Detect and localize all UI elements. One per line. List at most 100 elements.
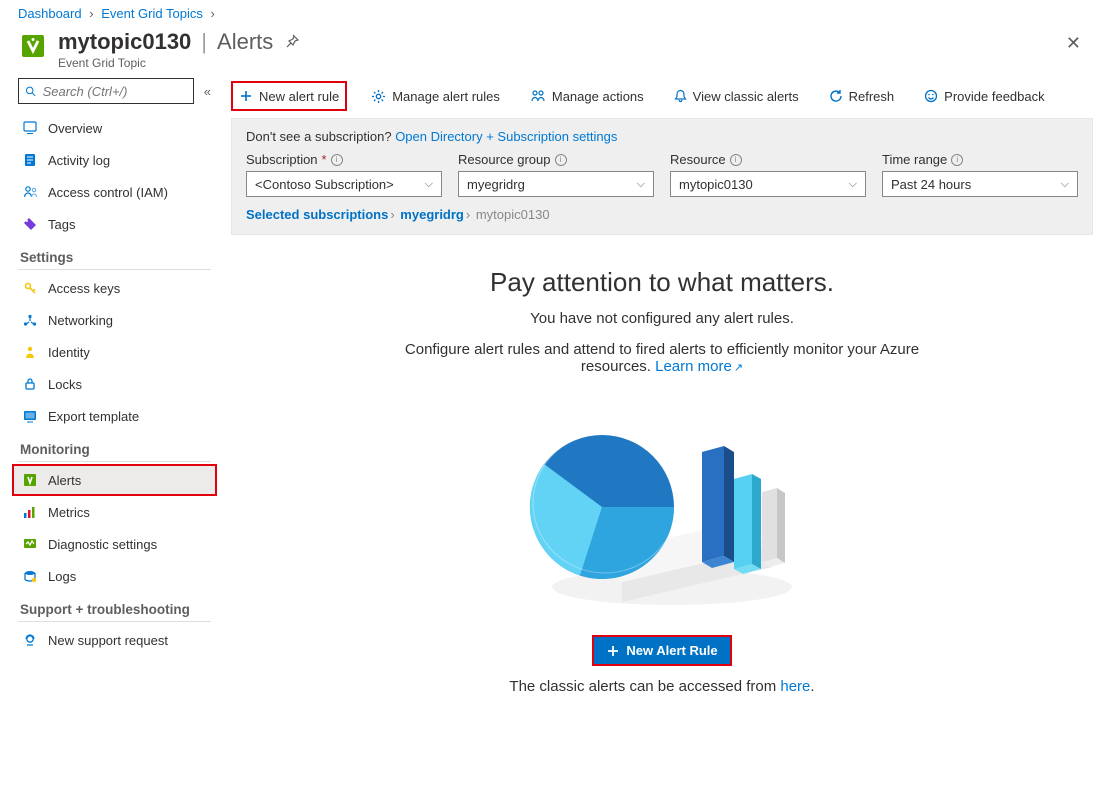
pin-icon[interactable]: [283, 34, 299, 50]
chevron-right-icon: ›: [210, 6, 214, 21]
open-directory-link[interactable]: Open Directory + Subscription settings: [395, 129, 617, 144]
sidebar: « Overview Activity log Access control (…: [0, 78, 225, 725]
logs-icon: [22, 570, 38, 583]
sidebar-item-metrics[interactable]: Metrics: [18, 496, 211, 528]
sidebar-item-label: Locks: [48, 377, 82, 392]
toolbar: New alert rule Manage alert rules Manage…: [231, 78, 1093, 114]
classic-alerts-note: The classic alerts can be accessed from …: [231, 678, 1093, 695]
new-alert-rule-cta-button[interactable]: New Alert Rule: [592, 635, 731, 666]
sidebar-item-logs[interactable]: Logs: [18, 560, 211, 592]
classic-alerts-here-link[interactable]: here: [780, 678, 810, 695]
learn-more-link[interactable]: Learn more↗: [655, 358, 743, 375]
search-icon: [25, 85, 37, 98]
divider: [18, 269, 211, 270]
sidebar-item-label: Identity: [48, 345, 90, 360]
networking-icon: [22, 314, 38, 327]
provide-feedback-button[interactable]: Provide feedback: [918, 81, 1050, 111]
info-icon[interactable]: i: [951, 154, 963, 166]
chevron-down-icon: ⌵: [637, 178, 645, 191]
cta-label: New Alert Rule: [626, 643, 717, 658]
page-title-resource: mytopic0130: [58, 29, 191, 55]
sidebar-item-alerts[interactable]: Alerts: [12, 464, 217, 496]
toolbar-label: View classic alerts: [693, 89, 799, 104]
sidebar-item-tags[interactable]: Tags: [18, 208, 211, 240]
manage-alert-rules-button[interactable]: Manage alert rules: [365, 81, 506, 111]
close-icon[interactable]: ✕: [1058, 29, 1089, 58]
scope-current: mytopic0130: [476, 207, 550, 222]
sidebar-item-overview[interactable]: Overview: [18, 112, 211, 144]
toolbar-label: Manage alert rules: [392, 89, 500, 104]
sidebar-item-label: Metrics: [48, 505, 90, 520]
sidebar-item-locks[interactable]: Locks: [18, 368, 211, 400]
toolbar-label: Provide feedback: [944, 89, 1044, 104]
filter-bar: Don't see a subscription? Open Directory…: [231, 118, 1093, 235]
breadcrumb-item[interactable]: Event Grid Topics: [101, 6, 203, 21]
sidebar-item-label: Access keys: [48, 281, 120, 296]
sidebar-item-label: Activity log: [48, 153, 110, 168]
time-range-select[interactable]: Past 24 hours⌵: [882, 171, 1078, 197]
breadcrumb-item[interactable]: Dashboard: [18, 6, 82, 21]
resource-type-label: Event Grid Topic: [58, 56, 299, 70]
sidebar-group-support: Support + troubleshooting: [20, 602, 211, 617]
chevron-down-icon: ⌵: [425, 178, 433, 191]
activity-log-icon: [22, 153, 38, 167]
scope-subscriptions-link[interactable]: Selected subscriptions: [246, 207, 388, 222]
collapse-sidebar-icon[interactable]: «: [204, 84, 211, 99]
people-icon: [530, 89, 546, 103]
diagnostic-icon: [22, 538, 38, 551]
new-alert-rule-button[interactable]: New alert rule: [231, 81, 347, 111]
resource-select[interactable]: mytopic0130⌵: [670, 171, 866, 197]
sidebar-item-label: New support request: [48, 633, 168, 648]
sidebar-item-label: Export template: [48, 409, 139, 424]
chevron-right-icon: ›: [89, 6, 93, 21]
bell-icon: [674, 89, 687, 103]
sidebar-item-export-template[interactable]: Export template: [18, 400, 211, 432]
metrics-icon: [22, 506, 38, 519]
view-classic-alerts-button[interactable]: View classic alerts: [668, 81, 805, 111]
empty-state: Pay attention to what matters. You have …: [231, 267, 1093, 695]
sidebar-item-access-keys[interactable]: Access keys: [18, 272, 211, 304]
sidebar-item-access-control[interactable]: Access control (IAM): [18, 176, 211, 208]
plus-icon: [606, 644, 620, 658]
subscription-select[interactable]: <Contoso Subscription>⌵: [246, 171, 442, 197]
sidebar-item-activity-log[interactable]: Activity log: [18, 144, 211, 176]
event-grid-topic-icon: [18, 31, 48, 61]
divider: [18, 621, 211, 622]
sidebar-item-label: Logs: [48, 569, 76, 584]
refresh-button[interactable]: Refresh: [823, 81, 901, 111]
refresh-icon: [829, 89, 843, 103]
empty-illustration: [512, 397, 812, 617]
sidebar-item-label: Access control (IAM): [48, 185, 168, 200]
divider: [18, 461, 211, 462]
sidebar-item-networking[interactable]: Networking: [18, 304, 211, 336]
export-template-icon: [22, 410, 38, 423]
iam-icon: [22, 185, 38, 199]
sidebar-item-new-support-request[interactable]: New support request: [18, 624, 211, 656]
search-input[interactable]: [18, 78, 194, 104]
external-link-icon: ↗: [734, 362, 743, 374]
sidebar-item-diagnostic-settings[interactable]: Diagnostic settings: [18, 528, 211, 560]
breadcrumb: Dashboard › Event Grid Topics ›: [0, 0, 1107, 25]
title-separator: |: [201, 29, 207, 55]
scope-path: Selected subscriptions› myegridrg› mytop…: [246, 207, 1078, 222]
identity-icon: [22, 345, 38, 359]
sidebar-group-settings: Settings: [20, 250, 211, 265]
subscription-label: Subscription * i: [246, 152, 442, 167]
plus-icon: [239, 89, 253, 103]
alerts-icon: [22, 473, 38, 487]
sidebar-item-label: Networking: [48, 313, 113, 328]
empty-description: Configure alert rules and attend to fire…: [382, 341, 942, 375]
sidebar-item-identity[interactable]: Identity: [18, 336, 211, 368]
search-field[interactable]: [43, 84, 187, 99]
smile-icon: [924, 89, 938, 103]
info-icon[interactable]: i: [730, 154, 742, 166]
resource-group-select[interactable]: myegridrg⌵: [458, 171, 654, 197]
manage-actions-button[interactable]: Manage actions: [524, 81, 650, 111]
page-title-section: Alerts: [217, 29, 273, 55]
info-icon[interactable]: i: [331, 154, 343, 166]
gear-icon: [371, 89, 386, 104]
info-icon[interactable]: i: [555, 154, 567, 166]
key-icon: [22, 282, 38, 295]
resource-label: Resource i: [670, 152, 866, 167]
scope-rg-link[interactable]: myegridrg: [400, 207, 464, 222]
